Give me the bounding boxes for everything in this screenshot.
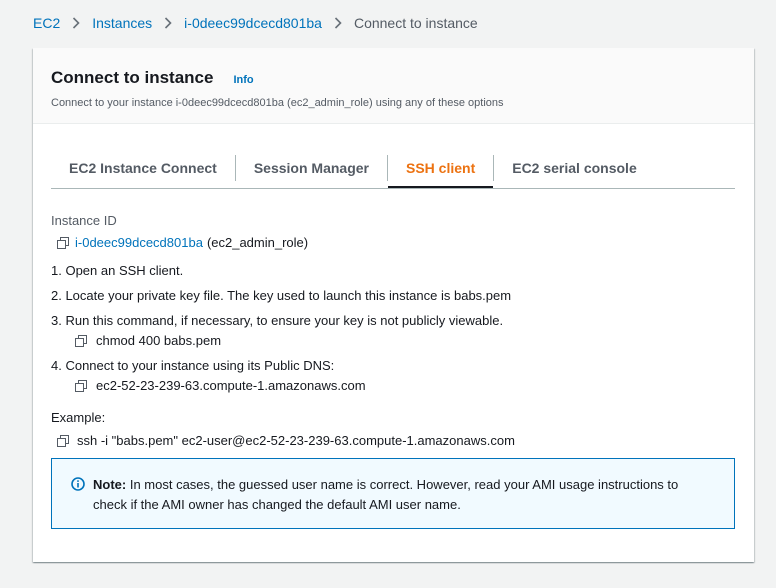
breadcrumb-current: Connect to instance [353, 15, 478, 31]
ssh-command: ssh -i "babs.pem" ec2-user@ec2-52-23-239… [77, 433, 515, 448]
tab-ssh-client[interactable]: SSH client [388, 148, 493, 188]
breadcrumb-instances[interactable]: Instances [92, 15, 152, 31]
instance-role: (ec2_admin_role) [206, 235, 309, 250]
instance-id-label: Instance ID [51, 213, 117, 228]
connection-tabs: EC2 Instance Connect Session Manager SSH… [51, 148, 735, 189]
alert-message: In most cases, the guessed user name is … [93, 477, 679, 512]
copy-icon[interactable] [75, 334, 87, 347]
breadcrumb-instance-id[interactable]: i-0deec99dcecd801ba [184, 15, 322, 31]
info-circle-icon [71, 477, 85, 491]
chmod-command: chmod 400 babs.pem [96, 333, 222, 348]
tab-session-manager[interactable]: Session Manager [236, 148, 387, 188]
instance-id-row: i-0deec99dcecd801ba (ec2_admin_role) [57, 235, 308, 250]
panel-description: Connect to your instance i-0deec99dcecd8… [51, 97, 504, 109]
tab-ec2-serial-console[interactable]: EC2 serial console [494, 148, 655, 188]
info-alert: Note: In most cases, the guessed user na… [51, 458, 735, 529]
info-link[interactable]: Info [233, 74, 253, 86]
copy-icon[interactable] [57, 434, 69, 447]
page-title: Connect to instance [51, 68, 214, 87]
instance-id-link[interactable]: i-0deec99dcecd801ba [75, 235, 203, 250]
breadcrumb-ec2[interactable]: EC2 [33, 15, 60, 31]
public-dns-row: ec2-52-23-239-63.compute-1.amazonaws.com [75, 378, 366, 393]
panel-header: Connect to instance Info Connect to your… [33, 48, 754, 124]
public-dns: ec2-52-23-239-63.compute-1.amazonaws.com [96, 378, 366, 393]
breadcrumb: EC2 Instances i-0deec99dcecd801ba Connec… [33, 15, 478, 31]
chevron-right-icon [334, 17, 342, 29]
copy-icon[interactable] [75, 379, 87, 392]
ssh-command-row: ssh -i "babs.pem" ec2-user@ec2-52-23-239… [57, 433, 515, 448]
connect-panel: Connect to instance Info Connect to your… [33, 48, 754, 562]
alert-note-label: Note: [93, 477, 127, 492]
tab-ec2-instance-connect[interactable]: EC2 Instance Connect [51, 148, 235, 188]
chevron-right-icon [164, 17, 172, 29]
step-1: 1. Open an SSH client. [51, 263, 184, 278]
chevron-right-icon [72, 17, 80, 29]
step-3: 3. Run this command, if necessary, to en… [51, 313, 504, 328]
step-2: 2. Locate your private key file. The key… [51, 288, 512, 303]
alert-text: Note: In most cases, the guessed user na… [93, 475, 714, 528]
copy-icon[interactable] [57, 236, 69, 249]
chmod-command-row: chmod 400 babs.pem [75, 333, 221, 348]
example-label: Example: [51, 410, 106, 425]
step-4: 4. Connect to your instance using its Pu… [51, 358, 335, 373]
